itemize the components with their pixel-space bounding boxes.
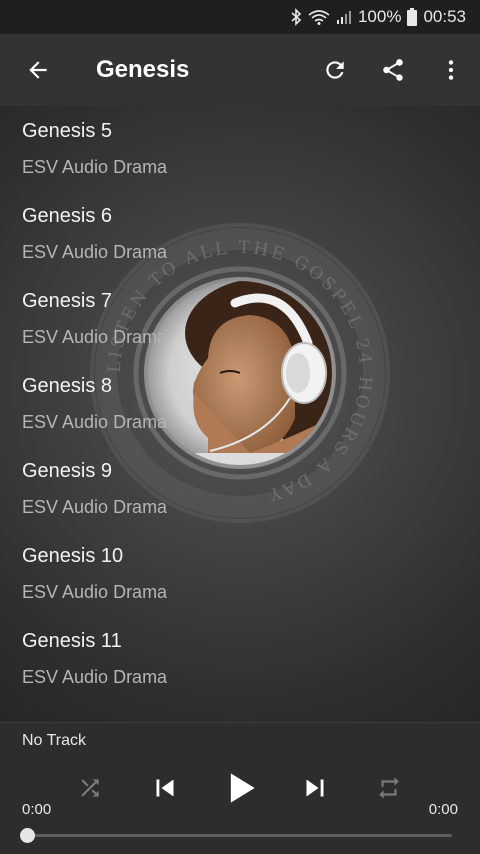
- list-item-subtitle: ESV Audio Drama: [22, 327, 168, 347]
- seek-bar[interactable]: [28, 834, 452, 837]
- list-item-title: Genesis 7: [22, 290, 113, 312]
- list-item-subtitle: ESV Audio Drama: [22, 582, 168, 602]
- list-item-subtitle: ESV Audio Drama: [22, 667, 168, 687]
- list-item-title: Genesis 6: [22, 205, 113, 227]
- list-item-subtitle: ESV Audio Drama: [22, 242, 168, 262]
- shuffle-icon: [81, 779, 99, 797]
- share-button[interactable]: [364, 34, 422, 106]
- list-item[interactable]: Genesis 6 ESV Audio Drama: [0, 191, 480, 276]
- more-vert-icon: [448, 60, 454, 80]
- list-item-title: Genesis 10: [22, 545, 124, 567]
- next-button[interactable]: [287, 763, 343, 813]
- seek-thumb[interactable]: [20, 828, 35, 843]
- list-item-subtitle: ESV Audio Drama: [22, 157, 168, 177]
- list-item-subtitle: ESV Audio Drama: [22, 412, 168, 432]
- player-bar: No Track 0:00 0:00: [0, 722, 480, 854]
- repeat-icon: [379, 777, 399, 799]
- page-title: Genesis: [96, 56, 190, 83]
- current-track-label: No Track: [22, 732, 87, 749]
- elapsed-time: 0:00: [22, 801, 52, 818]
- play-icon: [230, 773, 255, 803]
- list-item-title: Genesis 8: [22, 375, 113, 397]
- list-item[interactable]: Genesis 10 ESV Audio Drama: [0, 531, 480, 616]
- list-item[interactable]: Genesis 9 ESV Audio Drama: [0, 446, 480, 531]
- list-item[interactable]: Genesis 5 ESV Audio Drama: [0, 106, 480, 191]
- battery-icon: [407, 8, 418, 26]
- list-item[interactable]: Genesis 8 ESV Audio Drama: [0, 361, 480, 446]
- list-item[interactable]: Genesis 11 ESV Audio Drama: [0, 616, 480, 701]
- list-item[interactable]: Genesis 7 ESV Audio Drama: [0, 276, 480, 361]
- bluetooth-icon: [290, 8, 302, 26]
- skip-previous-icon: [156, 779, 174, 797]
- list-item-title: Genesis 11: [22, 630, 122, 652]
- list-item-title: Genesis 9: [22, 460, 113, 482]
- app-bar: Genesis: [0, 34, 480, 106]
- wifi-icon: [308, 9, 330, 25]
- status-bar: 100% 00:53: [0, 0, 480, 34]
- more-options-button[interactable]: [422, 34, 480, 106]
- skip-next-icon: [306, 779, 324, 797]
- back-button[interactable]: [0, 34, 76, 106]
- repeat-button[interactable]: [361, 763, 417, 813]
- arrow-back-icon: [29, 61, 47, 79]
- clock: 00:53: [423, 7, 466, 26]
- signal-icon: [336, 9, 352, 25]
- refresh-icon: [326, 61, 344, 79]
- refresh-button[interactable]: [306, 34, 364, 106]
- previous-button[interactable]: [137, 763, 193, 813]
- list-item-subtitle: ESV Audio Drama: [22, 497, 168, 517]
- play-button[interactable]: [212, 763, 268, 813]
- list-item-title: Genesis 5: [22, 120, 113, 142]
- share-icon: [383, 59, 403, 81]
- track-list-area: LISTEN TO ALL THE GOSPEL 24 HOURS A DAY …: [0, 106, 480, 722]
- track-list: Genesis 5 ESV Audio Drama Genesis 6 ESV …: [0, 106, 480, 701]
- shuffle-button[interactable]: [62, 763, 118, 813]
- battery-percent: 100%: [357, 7, 402, 26]
- total-time: 0:00: [428, 801, 458, 818]
